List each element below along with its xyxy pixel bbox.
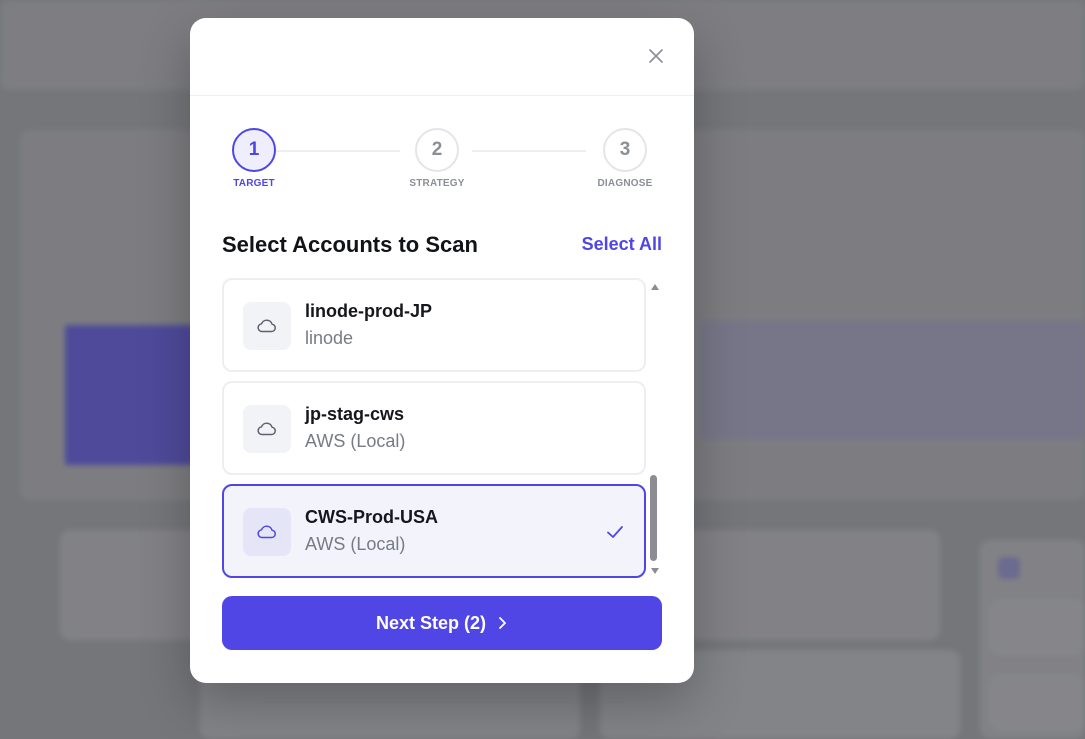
account-provider: linode [305, 328, 354, 348]
account-name: linode-prod-JP [305, 301, 432, 321]
check-icon [607, 526, 623, 538]
close-button[interactable] [646, 46, 666, 66]
cloud-icon [257, 525, 276, 539]
wizard-stepper: 1 TARGET 2 STRATEGY 3 DIAGNOSE [190, 128, 694, 198]
next-step-button[interactable]: Next Step (2) [222, 596, 662, 650]
scroll-up-arrow-icon[interactable] [650, 282, 660, 292]
cloud-icon [257, 422, 276, 436]
modal-header [190, 18, 694, 96]
scrollbar-thumb[interactable] [650, 475, 657, 561]
chevron-right-icon [499, 617, 506, 629]
account-item[interactable]: linode-prod-JP linode [222, 278, 646, 372]
section-title: Select Accounts to Scan [222, 232, 478, 257]
step-number: 3 [603, 128, 647, 172]
select-all-link[interactable]: Select All [582, 234, 662, 255]
cloud-icon [257, 319, 276, 333]
step-label: TARGET [233, 178, 275, 189]
account-name: jp-stag-cws [305, 404, 405, 424]
step-strategy: 2 STRATEGY [392, 128, 482, 189]
account-provider: AWS (Local) [305, 431, 406, 451]
account-icon-box [243, 508, 291, 556]
account-list: linode-prod-JP linode jp-stag-cws AWS (L… [222, 278, 646, 587]
account-name: CWS-Prod-USA [305, 507, 438, 527]
account-provider: AWS (Local) [305, 534, 406, 554]
step-label: STRATEGY [409, 178, 465, 189]
step-connector [472, 150, 586, 152]
close-icon [649, 49, 663, 63]
account-icon-box [243, 405, 291, 453]
step-diagnose: 3 DIAGNOSE [580, 128, 670, 189]
step-number: 1 [232, 128, 276, 172]
scan-wizard-modal: 1 TARGET 2 STRATEGY 3 DIAGNOSE Select Ac… [190, 18, 694, 683]
scroll-down-arrow-icon[interactable] [650, 566, 660, 576]
step-label: DIAGNOSE [597, 178, 653, 189]
account-item-selected[interactable]: CWS-Prod-USA AWS (Local) [222, 484, 646, 578]
step-target: 1 TARGET [209, 128, 299, 189]
step-number: 2 [415, 128, 459, 172]
account-icon-box [243, 302, 291, 350]
next-step-label: Next Step (2) [375, 612, 487, 633]
account-item[interactable]: jp-stag-cws AWS (Local) [222, 381, 646, 475]
